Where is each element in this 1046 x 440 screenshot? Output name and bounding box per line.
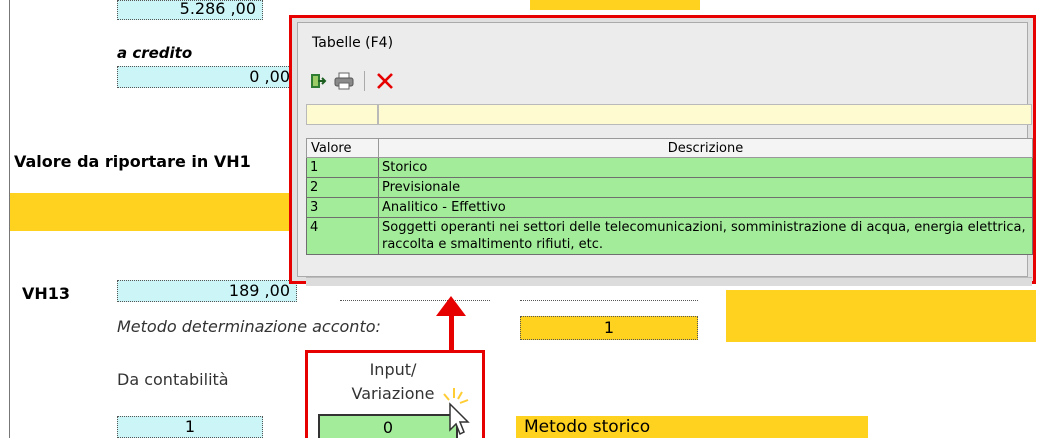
column-header-valore[interactable]: Valore bbox=[306, 138, 379, 158]
tabelle-popup: Tabelle (F4) Valore Descrizione 1 Storic… bbox=[289, 15, 1036, 286]
top-value-text: 5.286 ,00 bbox=[179, 0, 256, 18]
metodo-label: Metodo determinazione acconto: bbox=[117, 317, 381, 336]
filter-row bbox=[306, 104, 1032, 125]
credito-value-field[interactable]: 0 ,00 bbox=[117, 66, 297, 88]
riportare-gold-bar bbox=[10, 193, 300, 231]
mouse-cursor-icon bbox=[443, 388, 470, 436]
row-valore-cell: 3 bbox=[306, 197, 379, 218]
credito-label: a credito bbox=[117, 44, 193, 62]
row-valore-cell: 2 bbox=[306, 177, 379, 198]
metodo-value-field[interactable]: 1 bbox=[520, 316, 698, 340]
contabilita-label: Da contabilità bbox=[117, 370, 229, 389]
filter-valore-input[interactable] bbox=[306, 104, 378, 125]
contabilita-value-text: 1 bbox=[184, 417, 196, 436]
row-descrizione-cell: Previsionale bbox=[378, 177, 1033, 198]
vh13-value-field[interactable]: 189 ,00 bbox=[117, 280, 297, 302]
row-descrizione-cell: Soggetti operanti nei settori delle tele… bbox=[378, 217, 1033, 255]
row-valore-cell: 4 bbox=[306, 217, 379, 255]
metodo-value-text: 1 bbox=[603, 318, 615, 337]
table-row[interactable]: 1 Storico bbox=[306, 157, 1033, 178]
top-value-field[interactable]: 5.286 ,00 bbox=[117, 0, 263, 20]
vh13-label: VH13 bbox=[22, 284, 71, 303]
top-gold-strip bbox=[530, 0, 700, 10]
popup-toolbar bbox=[308, 68, 395, 94]
print-icon[interactable] bbox=[334, 71, 354, 91]
riportare-label: Valore da riportare in VH1 bbox=[14, 152, 251, 171]
pointer-arrow-shaft bbox=[449, 312, 454, 352]
input-value-text: 0 bbox=[382, 418, 394, 437]
input-label-line1: Input/ bbox=[369, 360, 417, 379]
popup-title: Tabelle (F4) bbox=[312, 35, 394, 51]
toolbar-separator bbox=[364, 71, 365, 91]
row-descrizione-cell: Storico bbox=[378, 157, 1033, 178]
exit-icon[interactable] bbox=[308, 71, 328, 91]
horizontal-scrollbar[interactable] bbox=[306, 277, 1032, 286]
contabilita-value-field[interactable]: 1 bbox=[117, 416, 263, 438]
column-header-descrizione[interactable]: Descrizione bbox=[378, 138, 1033, 158]
values-table: Valore Descrizione 1 Storico 2 Prevision… bbox=[306, 138, 1033, 255]
table-row[interactable]: 2 Previsionale bbox=[306, 177, 1033, 198]
tabelle-popup-panel: Tabelle (F4) Valore Descrizione 1 Storic… bbox=[297, 22, 1033, 286]
table-row[interactable]: 3 Analitico - Effettivo bbox=[306, 197, 1033, 218]
metodo-storico-bar: Metodo storico bbox=[516, 416, 868, 438]
right-gold-block bbox=[726, 290, 1036, 342]
table-row[interactable]: 4 Soggetti operanti nei settori delle te… bbox=[306, 217, 1033, 255]
credito-value-text: 0 ,00 bbox=[249, 67, 290, 86]
close-icon[interactable] bbox=[375, 71, 395, 91]
filter-descrizione-input[interactable] bbox=[378, 104, 1032, 125]
vh13-value-text: 189 ,00 bbox=[228, 281, 290, 300]
table-header-row: Valore Descrizione bbox=[306, 138, 1033, 158]
row-valore-cell: 1 bbox=[306, 157, 379, 178]
metodo-storico-label: Metodo storico bbox=[524, 417, 651, 437]
vh13-adjacent-field bbox=[340, 284, 490, 301]
vh13-right-field bbox=[520, 284, 698, 301]
row-descrizione-cell: Analitico - Effettivo bbox=[378, 197, 1033, 218]
